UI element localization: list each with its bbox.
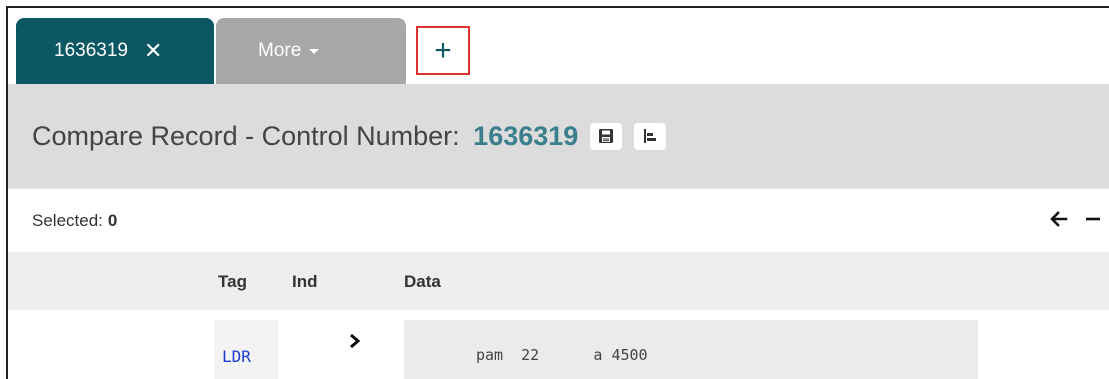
tab-more-label: More xyxy=(258,40,302,61)
close-icon[interactable]: ✕ xyxy=(144,38,162,64)
record-header: Compare Record - Control Number: 1636319 xyxy=(8,84,1109,188)
data-cell[interactable]: pam 22 a 4500 xyxy=(404,320,978,379)
table-row[interactable]: LDR pam 22 a 4500 xyxy=(8,310,1109,379)
page-title: Compare Record - Control Number: 1636319 xyxy=(32,121,578,152)
selection-bar: Selected: 0 xyxy=(8,188,1109,252)
selected-count: 0 xyxy=(107,210,118,230)
header-tag: Tag xyxy=(218,272,247,291)
minus-icon[interactable] xyxy=(1083,209,1103,229)
tab-bar: 1636319 ✕ More + xyxy=(8,8,1109,86)
tag-cell[interactable]: LDR xyxy=(214,320,278,379)
control-number: 1636319 xyxy=(473,120,579,151)
plus-icon: + xyxy=(434,33,452,67)
app-frame: 1636319 ✕ More + Compare Record - Contro… xyxy=(6,6,1109,379)
align-left-icon xyxy=(644,129,657,143)
selected-label: Selected: xyxy=(32,210,103,230)
arrow-left-icon[interactable] xyxy=(1049,209,1069,229)
nav-icons xyxy=(1049,209,1103,229)
save-button[interactable] xyxy=(590,122,623,150)
caret-down-icon xyxy=(309,48,320,54)
page-title-prefix: Compare Record - Control Number: xyxy=(32,120,460,151)
tab-record[interactable]: 1636319 ✕ xyxy=(16,18,214,84)
header-data: Data xyxy=(404,272,441,291)
header-ind: Ind xyxy=(292,272,318,291)
tab-record-label: 1636319 xyxy=(54,40,128,61)
tab-more[interactable]: More xyxy=(216,18,406,84)
save-icon xyxy=(599,129,614,143)
add-tab-button[interactable]: + xyxy=(416,26,470,75)
chevron-right-icon[interactable] xyxy=(348,332,362,355)
align-left-button[interactable] xyxy=(634,122,667,150)
table-header: Tag Ind Data xyxy=(8,252,1109,310)
